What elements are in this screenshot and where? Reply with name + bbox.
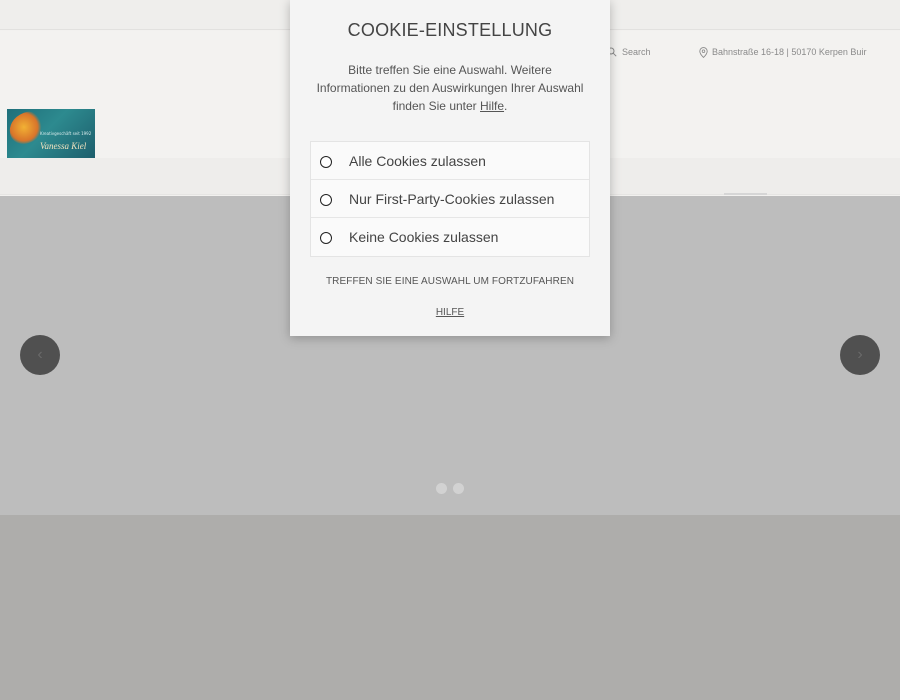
logo-tagline: Kreativgeschäft seit 1992 bbox=[40, 131, 92, 136]
location-pin-icon bbox=[699, 46, 708, 58]
slider-next-button[interactable]: › bbox=[840, 335, 880, 375]
radio-first-party-only[interactable] bbox=[320, 193, 332, 206]
option-label: Alle Cookies zulassen bbox=[349, 152, 486, 169]
selection-prompt: TREFFEN SIE EINE AUSWAHL UM FORTZUFAHREN bbox=[325, 276, 575, 287]
cookie-consent-dialog: COOKIE-EINSTELLUNG Bitte treffen Sie ein… bbox=[290, 0, 610, 336]
chevron-left-icon: ‹ bbox=[37, 346, 43, 363]
cookie-options: Alle Cookies zulassen Nur First-Party-Co… bbox=[310, 141, 590, 257]
slider-dot[interactable] bbox=[436, 483, 447, 494]
option-label: Nur First-Party-Cookies zulassen bbox=[349, 190, 555, 207]
dialog-description: Bitte treffen Sie eine Auswahl. Weitere … bbox=[312, 61, 588, 115]
chevron-right-icon: › bbox=[857, 346, 863, 363]
radio-no-cookies[interactable] bbox=[320, 232, 332, 244]
slider-dot[interactable] bbox=[453, 483, 464, 494]
option-no-cookies[interactable]: Keine Cookies zulassen bbox=[311, 218, 589, 256]
option-first-party-only[interactable]: Nur First-Party-Cookies zulassen bbox=[311, 180, 589, 218]
option-allow-all[interactable]: Alle Cookies zulassen bbox=[311, 142, 589, 180]
dialog-title: COOKIE-EINSTELLUNG bbox=[347, 20, 553, 40]
slider-pagination bbox=[436, 483, 464, 494]
logo-name: Vanessa Kiel bbox=[40, 141, 87, 151]
site-logo[interactable]: Kreativgeschäft seit 1992 Vanessa Kiel bbox=[7, 109, 95, 158]
search-box[interactable]: Search bbox=[607, 45, 651, 59]
search-placeholder[interactable]: Search bbox=[622, 47, 651, 57]
address-info: Bahnstraße 16-18 | 50170 Kerpen Buir bbox=[699, 45, 866, 59]
nav-active-indicator bbox=[724, 193, 767, 195]
address-text: Bahnstraße 16-18 | 50170 Kerpen Buir bbox=[712, 47, 867, 57]
slider-prev-button[interactable]: ‹ bbox=[20, 335, 60, 375]
page-content-area bbox=[0, 515, 900, 700]
help-inline-link[interactable]: Hilfe bbox=[480, 99, 504, 113]
description-end: . bbox=[504, 99, 508, 113]
description-text: Bitte treffen Sie eine Auswahl. Weitere … bbox=[316, 63, 584, 113]
option-label: Keine Cookies zulassen bbox=[349, 229, 499, 245]
radio-allow-all[interactable] bbox=[320, 155, 332, 168]
help-link[interactable]: HILFE bbox=[290, 307, 610, 318]
